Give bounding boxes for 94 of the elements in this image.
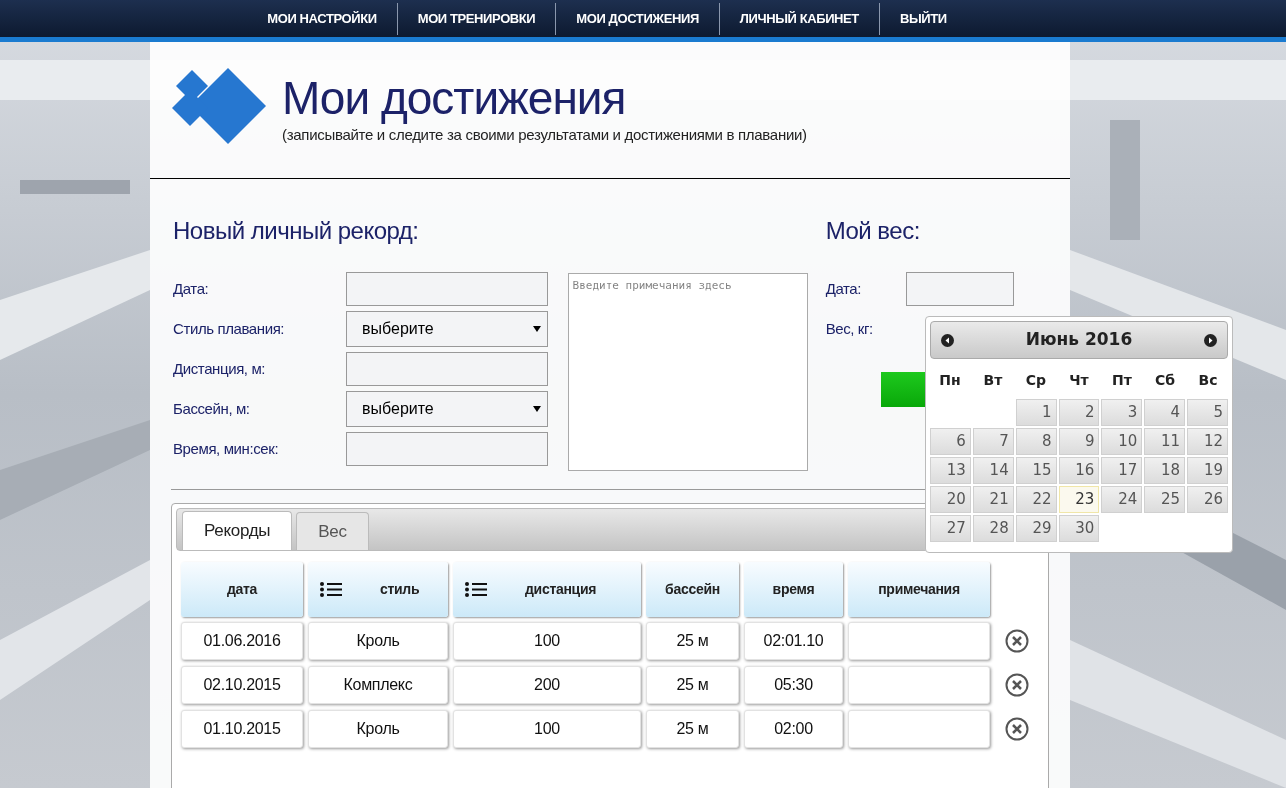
weekday-label: Пн [939, 372, 961, 388]
field-label: Время, мин:сек: [173, 438, 280, 459]
nav-link[interactable]: ЛИЧНЫЙ КАБИНЕТ [719, 8, 879, 29]
delete-icon[interactable] [1005, 717, 1029, 741]
list-icon [465, 582, 487, 597]
tab[interactable]: Вес [296, 512, 369, 550]
calendar-day[interactable]: 15 [1015, 457, 1057, 484]
table-cell: Кроль [308, 622, 448, 660]
column-header[interactable]: дистанция [453, 562, 641, 617]
calendar-day[interactable]: 1 [1015, 399, 1057, 426]
calendar-day[interactable]: 27 [930, 515, 971, 542]
field-label: Вес, кг: [825, 318, 874, 339]
calendar-day[interactable]: 6 [930, 428, 971, 455]
delete-icon[interactable] [1005, 629, 1029, 653]
calendar-day[interactable]: 11 [1144, 428, 1186, 455]
weekday-label: Чт [1069, 372, 1089, 388]
calendar-day[interactable]: 3 [1101, 399, 1143, 426]
table-cell: 25 м [646, 622, 739, 660]
calendar-day[interactable]: 5 [1187, 399, 1228, 426]
weekday-label: Ср [1025, 372, 1047, 388]
calendar-day[interactable]: 2 [1058, 399, 1100, 426]
weekday-label: Вс [1198, 372, 1218, 388]
table-cell: 01.06.2016 [181, 622, 303, 660]
calendar-day[interactable]: 18 [1144, 457, 1186, 484]
table-cell: 05:30 [744, 666, 843, 704]
page-title: Мои достижения [282, 72, 627, 124]
calendar-day[interactable]: 23 [1058, 486, 1100, 513]
column-header[interactable]: время [744, 562, 843, 617]
nav-link[interactable]: МОИ ТРЕНИРОВКИ [397, 8, 556, 29]
nav-link[interactable]: МОИ НАСТРОЙКИ [247, 8, 397, 29]
input-field[interactable] [346, 352, 548, 386]
calendar-day[interactable]: 21 [972, 486, 1014, 513]
section-title: Мой вес: [825, 216, 921, 246]
table-cell: Комплекс [308, 666, 448, 704]
previous-month-icon[interactable] [941, 333, 954, 347]
calendar-day[interactable]: 10 [1101, 428, 1143, 455]
column-header[interactable]: примечания [848, 562, 990, 617]
table-cell: 100 [453, 622, 641, 660]
calendar-day[interactable]: 29 [1015, 515, 1057, 542]
section-title: Новый личный рекорд: [173, 216, 420, 246]
calendar-day[interactable]: 25 [1144, 486, 1186, 513]
caret-icon [533, 326, 541, 332]
calendar-day[interactable]: 8 [1015, 428, 1057, 455]
calendar-day[interactable]: 26 [1187, 486, 1228, 513]
calendar-day[interactable]: 4 [1144, 399, 1186, 426]
calendar-day[interactable]: 30 [1058, 515, 1100, 542]
month-title: Июнь 2016 [1025, 328, 1133, 352]
table-cell: 100 [453, 710, 641, 748]
field-label: Дата: [173, 278, 210, 299]
calendar-day[interactable]: 28 [972, 515, 1014, 542]
delete-icon[interactable] [1005, 673, 1029, 697]
table-cell: 02:01.10 [744, 622, 843, 660]
table-cell: 02.10.2015 [181, 666, 303, 704]
calendar-day[interactable]: 12 [1187, 428, 1228, 455]
input-field[interactable] [346, 272, 548, 306]
calendar-day[interactable]: 7 [972, 428, 1014, 455]
page-subtitle: (записывайте и следите за своими результатами и достижениями в плавании) [282, 125, 807, 145]
next-month-icon[interactable] [1204, 333, 1217, 347]
calendar-day[interactable]: 22 [1015, 486, 1057, 513]
weekday-label: Пт [1112, 372, 1132, 388]
weekday-label: Сб [1154, 372, 1176, 388]
table-cell: Кроль [308, 710, 448, 748]
caret-icon [533, 406, 541, 412]
table-cell: 200 [453, 666, 641, 704]
table-cell: 02:00 [744, 710, 843, 748]
table-cell: 25 м [646, 666, 739, 704]
field-label: Дата: [825, 278, 863, 299]
field-label: Стиль плавания: [173, 318, 286, 339]
nav-link[interactable]: МОИ ДОСТИЖЕНИЯ [556, 8, 719, 29]
table-cell: 25 м [646, 710, 739, 748]
input-field[interactable] [905, 272, 1014, 306]
table-cell: 01.10.2015 [181, 710, 303, 748]
notes-field[interactable]: Введите примечания здесь [567, 273, 808, 471]
nav-link[interactable]: ВЫЙТИ [879, 8, 967, 29]
calendar-day[interactable]: 9 [1058, 428, 1100, 455]
calendar-day[interactable]: 20 [930, 486, 971, 513]
tab[interactable]: Рекорды [182, 511, 293, 550]
calendar-day[interactable]: 14 [972, 457, 1014, 484]
calendar-day[interactable]: 13 [930, 457, 971, 484]
column-header[interactable]: стиль [308, 562, 448, 617]
input-field[interactable] [346, 432, 548, 466]
calendar-day[interactable]: 24 [1101, 486, 1143, 513]
calendar-day[interactable]: 16 [1058, 457, 1100, 484]
logo-icon [170, 68, 266, 144]
list-icon [320, 582, 342, 597]
select-field[interactable]: выберите [346, 391, 548, 427]
calendar-day[interactable]: 19 [1187, 457, 1228, 484]
field-label: Дистанция, м: [173, 358, 267, 379]
weekday-label: Вт [983, 372, 1003, 388]
column-header[interactable]: дата [181, 562, 303, 617]
field-label: Бассейн, м: [173, 398, 251, 419]
column-header[interactable]: бассейн [646, 562, 739, 617]
calendar-day[interactable]: 17 [1101, 457, 1143, 484]
select-field[interactable]: выберите [346, 311, 548, 347]
